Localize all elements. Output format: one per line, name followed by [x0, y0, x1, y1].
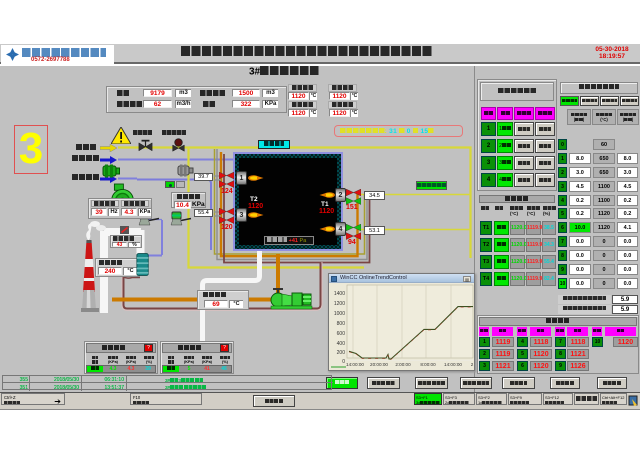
svg-text:2: 2	[471, 362, 474, 367]
svg-text:1200: 1200	[334, 301, 345, 307]
svg-text:8:00:00: 8:00:00	[420, 362, 436, 367]
svg-text:14:00:00: 14:00:00	[346, 362, 364, 367]
svg-text:1400: 1400	[334, 291, 345, 297]
svg-text:0: 0	[342, 359, 345, 365]
svg-text:14:00:00: 14:00:00	[444, 362, 462, 367]
svg-text:20:00:00: 20:00:00	[370, 362, 388, 367]
svg-text:400: 400	[337, 341, 346, 347]
svg-text:2:00:00: 2:00:00	[395, 362, 411, 367]
svg-text:600: 600	[337, 331, 346, 337]
svg-text:1000: 1000	[334, 311, 345, 317]
svg-text:800: 800	[337, 321, 346, 327]
svg-text:200: 200	[337, 350, 346, 356]
